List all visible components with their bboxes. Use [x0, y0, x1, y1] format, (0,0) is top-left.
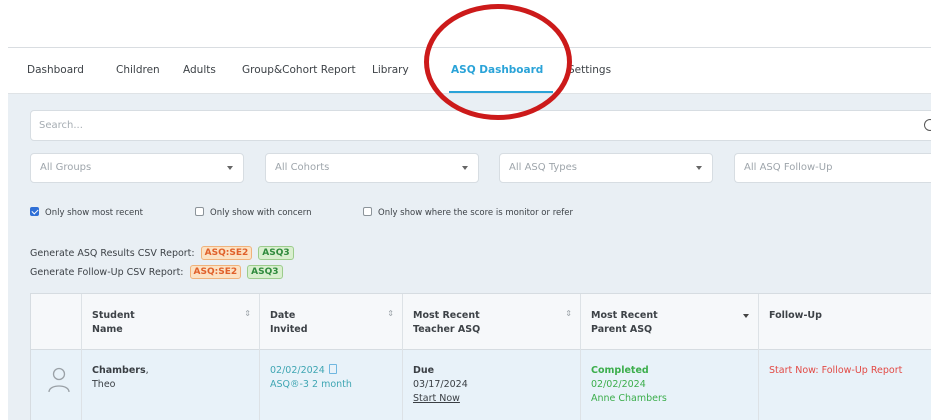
asq-follow-up-select-value: All ASQ Follow-Up [744, 162, 833, 173]
active-tab-indicator [449, 91, 553, 93]
nav-library[interactable]: Library [372, 64, 409, 76]
teacher-date: 03/17/2024 [413, 379, 468, 390]
parent-asq-cell: Completed 02/02/2024 Anne Chambers [580, 350, 758, 420]
asq-type-value: ASQ®-3 2 month [270, 379, 352, 390]
checkbox-checked-icon[interactable] [30, 207, 39, 216]
search-icon[interactable] [924, 119, 931, 131]
chevron-down-icon [696, 166, 702, 170]
nav-group-cohort-report[interactable]: Group&Cohort Report [242, 64, 356, 76]
header-text: Most Recent [413, 310, 480, 321]
teacher-status: Due [413, 365, 435, 376]
header-text: Parent ASQ [591, 324, 653, 335]
header-text: Date [270, 310, 296, 321]
student-last-name[interactable]: Chambers [92, 365, 146, 376]
asq3-followup-button[interactable]: ASQ3 [247, 265, 283, 279]
asq-types-select[interactable]: All ASQ Types [499, 153, 713, 183]
results-report-label: Generate ASQ Results CSV Report: [30, 248, 195, 259]
header-text: Follow-Up [769, 310, 822, 321]
asq-follow-up-select[interactable]: All ASQ Follow-Up [734, 153, 931, 183]
followup-report-line: Generate Follow-Up CSV Report: ASQ:SE2 A… [30, 265, 283, 279]
groups-select-value: All Groups [40, 162, 92, 173]
parent-date: 02/02/2024 [591, 379, 646, 390]
sort-icon[interactable]: ⇕ [387, 307, 394, 321]
table-header: Student Name ⇕ Date Invited ⇕ Most Recen… [31, 294, 931, 350]
sort-desc-icon[interactable] [743, 314, 749, 318]
with-concern-label: Only show with concern [210, 208, 312, 218]
nav-adults[interactable]: Adults [183, 64, 216, 76]
header-text: Most Recent [591, 310, 658, 321]
sort-icon[interactable]: ⇕ [244, 307, 251, 321]
asq-types-select-value: All ASQ Types [509, 162, 577, 173]
asq-table: Student Name ⇕ Date Invited ⇕ Most Recen… [30, 293, 931, 420]
asq-dashboard-panel: All Groups All Cohorts All ASQ Types All… [8, 94, 931, 420]
asq-se2-results-button[interactable]: ASQ:SE2 [200, 246, 253, 260]
document-icon[interactable] [328, 364, 337, 374]
nav-dashboard[interactable]: Dashboard [27, 64, 84, 76]
monitor-refer-label: Only show where the score is monitor or … [378, 208, 573, 218]
date-invited-value: 02/02/2024 [270, 365, 325, 376]
cohorts-select-value: All Cohorts [275, 162, 330, 173]
header-text: Student [92, 310, 135, 321]
parent-completed-by: Anne Chambers [591, 393, 667, 404]
start-now-link[interactable]: Start Now [413, 392, 570, 406]
parent-status: Completed [591, 365, 649, 376]
chevron-down-icon [227, 166, 233, 170]
nav-asq-dashboard[interactable]: ASQ Dashboard [451, 64, 543, 76]
search-input[interactable] [39, 111, 899, 140]
nav-settings[interactable]: Settings [568, 64, 611, 76]
date-invited-header[interactable]: Date Invited ⇕ [259, 294, 402, 350]
checkbox-icon[interactable] [195, 207, 204, 216]
student-first-name: Theo [92, 379, 116, 390]
sort-icon[interactable]: ⇕ [565, 307, 572, 321]
asq-se2-followup-button[interactable]: ASQ:SE2 [189, 265, 242, 279]
student-name-header[interactable]: Student Name ⇕ [81, 294, 259, 350]
search-box [30, 110, 931, 141]
cohorts-select[interactable]: All Cohorts [265, 153, 479, 183]
main-nav: Dashboard Children Adults Group&Cohort R… [8, 48, 931, 94]
with-concern-checkbox[interactable]: Only show with concern [195, 207, 311, 218]
table-row[interactable]: Chambers, Theo 02/02/2024 ASQ®-3 2 month… [31, 350, 931, 420]
checkbox-icon[interactable] [363, 207, 372, 216]
asq3-results-button[interactable]: ASQ3 [258, 246, 294, 260]
follow-up-cell: Start Now: Follow-Up Report [758, 350, 931, 420]
followup-report-label: Generate Follow-Up CSV Report: [30, 267, 184, 278]
teacher-asq-cell: Due 03/17/2024 Start Now [402, 350, 580, 420]
chevron-down-icon [462, 166, 468, 170]
header-text: Invited [270, 324, 308, 335]
teacher-asq-header[interactable]: Most Recent Teacher ASQ ⇕ [402, 294, 580, 350]
start-follow-up-link[interactable]: Start Now: Follow-Up Report [769, 364, 930, 378]
nav-children[interactable]: Children [116, 64, 160, 76]
header-text: Name [92, 324, 123, 335]
follow-up-header[interactable]: Follow-Up [758, 294, 931, 350]
date-invited-cell: 02/02/2024 ASQ®-3 2 month [259, 350, 402, 420]
most-recent-checkbox[interactable]: Only show most recent [30, 207, 143, 218]
header-text: Teacher ASQ [413, 324, 481, 335]
parent-asq-header[interactable]: Most Recent Parent ASQ [580, 294, 758, 350]
groups-select[interactable]: All Groups [30, 153, 244, 183]
monitor-refer-checkbox[interactable]: Only show where the score is monitor or … [363, 207, 573, 218]
student-name-cell: Chambers, Theo [81, 350, 259, 420]
avatar-icon [48, 367, 70, 393]
results-report-line: Generate ASQ Results CSV Report: ASQ:SE2… [30, 246, 294, 260]
most-recent-label: Only show most recent [45, 208, 143, 218]
